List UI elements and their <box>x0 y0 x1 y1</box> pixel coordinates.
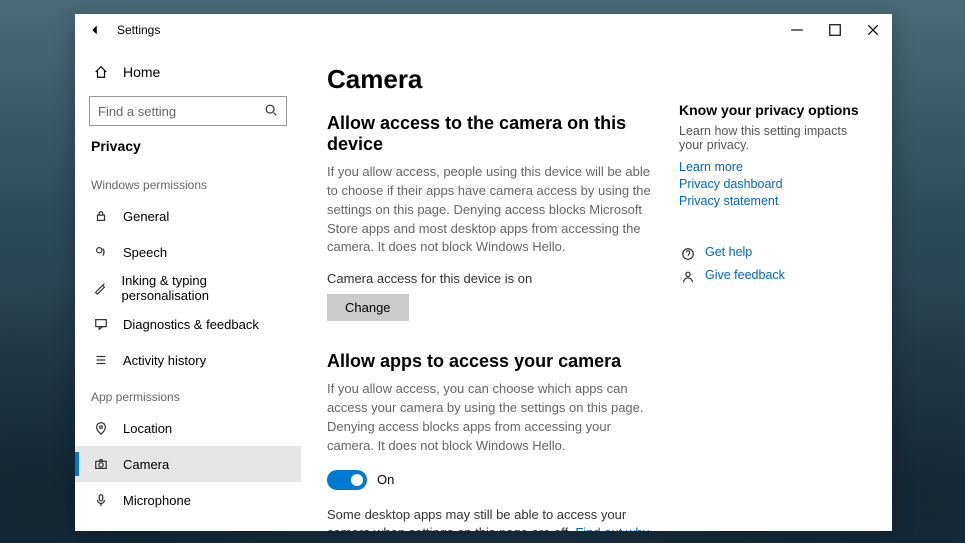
sidebar-item-activity[interactable]: Activity history <box>75 342 301 378</box>
camera-icon <box>91 457 111 471</box>
settings-window: Settings Home Find a setting Privacy Win… <box>75 14 892 531</box>
sidebar-item-location[interactable]: Location <box>75 410 301 446</box>
home-label: Home <box>123 64 160 80</box>
sidebar-home[interactable]: Home <box>75 54 301 90</box>
nav-label: Microphone <box>123 493 191 508</box>
minimize-button[interactable] <box>778 14 816 46</box>
aside-heading: Know your privacy options <box>679 102 872 118</box>
learn-more-link[interactable]: Learn more <box>679 160 872 174</box>
feedback-person-icon <box>679 270 697 284</box>
sidebar-item-general[interactable]: General <box>75 198 301 234</box>
sidebar-item-microphone[interactable]: Microphone <box>75 482 301 518</box>
desktop-apps-note: Some desktop apps may still be able to a… <box>327 506 659 531</box>
change-button[interactable]: Change <box>327 294 409 321</box>
page-title: Camera <box>327 64 659 95</box>
aside-desc: Learn how this setting impacts your priv… <box>679 124 872 152</box>
search-placeholder: Find a setting <box>98 104 176 119</box>
find-out-why-link[interactable]: Find out why <box>575 525 649 531</box>
main-panel: Camera Allow access to the camera on thi… <box>301 46 679 531</box>
history-icon <box>91 353 111 367</box>
content-area: Camera Allow access to the camera on thi… <box>301 46 892 531</box>
help-icon <box>679 247 697 261</box>
speech-icon <box>91 245 111 259</box>
nav-label: Activity history <box>123 353 206 368</box>
allow-apps-toggle[interactable] <box>327 470 367 490</box>
sidebar-item-diagnostics[interactable]: Diagnostics & feedback <box>75 306 301 342</box>
lock-icon <box>91 209 111 223</box>
titlebar: Settings <box>75 14 892 46</box>
section-allow-device: Allow access to the camera on this devic… <box>327 113 659 155</box>
feedback-icon <box>91 317 111 331</box>
aside-panel: Know your privacy options Learn how this… <box>679 46 892 531</box>
maximize-button[interactable] <box>816 14 854 46</box>
sidebar-item-speech[interactable]: Speech <box>75 234 301 270</box>
section-allow-apps: Allow apps to access your camera <box>327 351 659 372</box>
location-icon <box>91 421 111 435</box>
back-button[interactable] <box>75 14 115 46</box>
home-icon <box>91 65 111 79</box>
microphone-icon <box>91 493 111 507</box>
section-allow-device-desc: If you allow access, people using this d… <box>327 163 659 257</box>
group-windows-permissions: Windows permissions <box>75 166 301 198</box>
sidebar-item-inking[interactable]: Inking & typing personalisation <box>75 270 301 306</box>
give-feedback-link[interactable]: Give feedback <box>705 268 785 282</box>
sidebar-item-camera[interactable]: Camera <box>75 446 301 482</box>
nav-label: Inking & typing personalisation <box>122 273 285 303</box>
nav-label: Speech <box>123 245 167 260</box>
toggle-label: On <box>377 472 394 487</box>
search-icon <box>264 103 278 120</box>
nav-label: Location <box>123 421 172 436</box>
privacy-dashboard-link[interactable]: Privacy dashboard <box>679 177 872 191</box>
nav-label: Camera <box>123 457 169 472</box>
nav-label: General <box>123 209 169 224</box>
category-title: Privacy <box>75 136 301 166</box>
get-help-link[interactable]: Get help <box>705 245 752 259</box>
camera-access-status: Camera access for this device is on <box>327 271 659 286</box>
privacy-statement-link[interactable]: Privacy statement <box>679 194 872 208</box>
window-title: Settings <box>117 23 160 37</box>
search-input[interactable]: Find a setting <box>89 96 287 126</box>
nav-label: Diagnostics & feedback <box>123 317 259 332</box>
sidebar: Home Find a setting Privacy Windows perm… <box>75 46 301 531</box>
section-allow-apps-desc: If you allow access, you can choose whic… <box>327 380 659 455</box>
group-app-permissions: App permissions <box>75 378 301 410</box>
pen-icon <box>91 281 110 295</box>
close-button[interactable] <box>854 14 892 46</box>
